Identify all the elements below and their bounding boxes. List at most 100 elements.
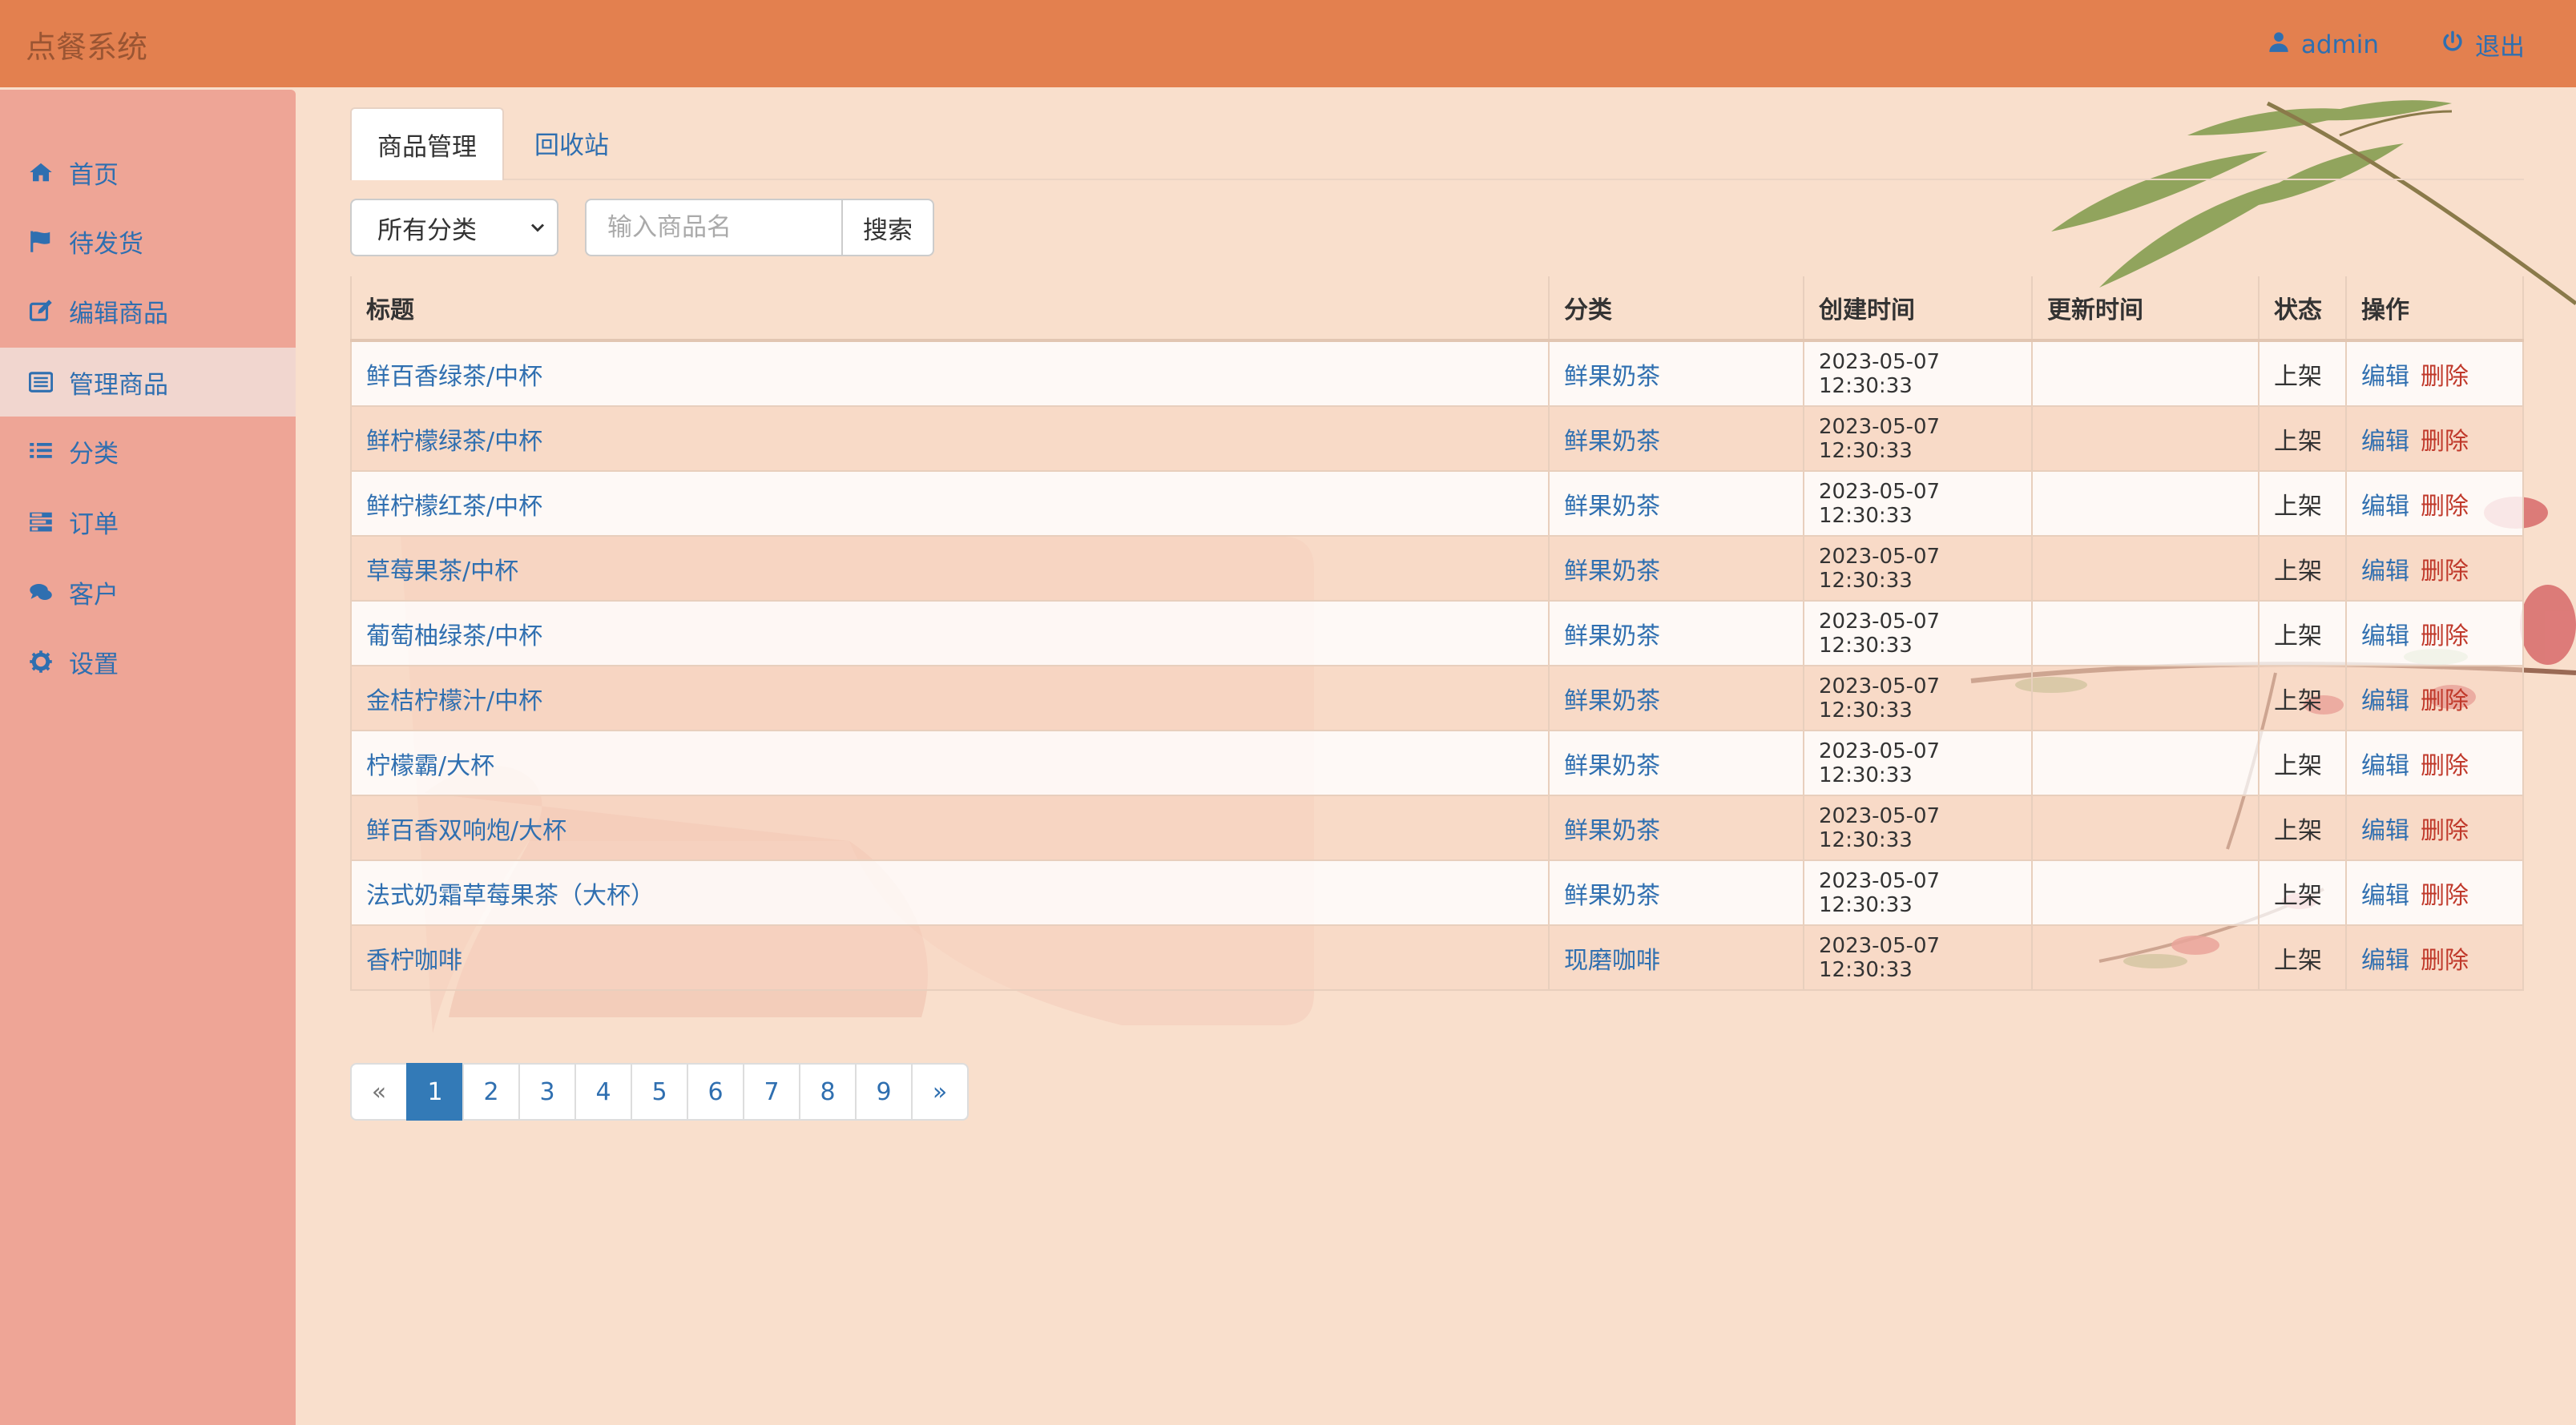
updated-time: [2031, 796, 2258, 859]
user-menu[interactable]: admin: [2268, 26, 2379, 62]
table-row: 香柠咖啡 现磨咖啡 2023-05-07 12:30:33 上架 编辑 删除: [350, 926, 2524, 991]
updated-time: [2031, 602, 2258, 665]
status-text: 上架: [2258, 796, 2345, 859]
edit-link[interactable]: 编辑: [2361, 616, 2409, 651]
delete-link[interactable]: 删除: [2421, 940, 2469, 976]
updated-time: [2031, 861, 2258, 924]
sidebar-item-customers[interactable]: 客户: [0, 558, 296, 626]
product-title-link[interactable]: 葡萄柚绿茶/中杯: [366, 616, 542, 651]
tab-recycle-bin[interactable]: 回收站: [534, 107, 609, 179]
edit-link[interactable]: 编辑: [2361, 876, 2409, 911]
header-updated[interactable]: 更新时间: [2031, 276, 2258, 339]
header-title: 标题: [350, 276, 1548, 339]
sidebar-item-label: 客户: [69, 580, 119, 610]
sidebar-item-settings[interactable]: 设置: [0, 627, 296, 696]
flag-icon: [29, 228, 54, 254]
edit-link[interactable]: 编辑: [2361, 486, 2409, 521]
pagination-next[interactable]: »: [911, 1063, 969, 1121]
power-icon: [2441, 30, 2464, 59]
category-link[interactable]: 鲜果奶茶: [1564, 486, 1660, 521]
edit-link[interactable]: 编辑: [2361, 421, 2409, 457]
delete-link[interactable]: 删除: [2421, 616, 2469, 651]
header-category: 分类: [1548, 276, 1803, 339]
category-select[interactable]: 所有分类: [350, 199, 558, 256]
delete-link[interactable]: 删除: [2421, 746, 2469, 781]
edit-link[interactable]: 编辑: [2361, 940, 2409, 976]
user-icon: [2268, 30, 2290, 59]
category-link[interactable]: 鲜果奶茶: [1564, 811, 1660, 846]
sidebar-item-manage-product[interactable]: 管理商品: [0, 348, 296, 417]
updated-time: [2031, 472, 2258, 535]
sidebar-item-orders[interactable]: 订单: [0, 487, 296, 556]
sidebar-item-label: 编辑商品: [69, 299, 168, 328]
search-button[interactable]: 搜索: [841, 199, 934, 256]
created-time: 2023-05-07 12:30:33: [1803, 666, 2031, 730]
top-navbar: 点餐系统 admin 退出: [0, 0, 2576, 87]
category-link[interactable]: 鲜果奶茶: [1564, 421, 1660, 457]
pagination-page[interactable]: 3: [518, 1063, 576, 1121]
pagination-page[interactable]: 1: [406, 1063, 464, 1121]
category-select-value: 所有分类: [377, 215, 477, 245]
delete-link[interactable]: 删除: [2421, 876, 2469, 911]
tab-product-management[interactable]: 商品管理: [350, 107, 504, 180]
product-title-link[interactable]: 金桔柠檬汁/中杯: [366, 681, 542, 716]
product-title-link[interactable]: 鲜百香双响炮/大杯: [366, 811, 566, 846]
sidebar-item-label: 首页: [69, 160, 119, 190]
pagination-prev[interactable]: «: [350, 1063, 408, 1121]
pagination-page[interactable]: 2: [462, 1063, 520, 1121]
sidebar-item-category[interactable]: 分类: [0, 417, 296, 485]
list-icon: [29, 438, 54, 464]
logout-link[interactable]: 退出: [2441, 26, 2525, 62]
home-icon: [29, 159, 54, 185]
category-link[interactable]: 鲜果奶茶: [1564, 876, 1660, 911]
product-title-link[interactable]: 柠檬霸/大杯: [366, 746, 494, 781]
created-time: 2023-05-07 12:30:33: [1803, 472, 2031, 535]
status-text: 上架: [2258, 861, 2345, 924]
table-row: 鲜柠檬绿茶/中杯 鲜果奶茶 2023-05-07 12:30:33 上架 编辑 删除: [350, 407, 2524, 472]
edit-link[interactable]: 编辑: [2361, 746, 2409, 781]
delete-link[interactable]: 删除: [2421, 356, 2469, 392]
category-link[interactable]: 鲜果奶茶: [1564, 746, 1660, 781]
delete-link[interactable]: 删除: [2421, 486, 2469, 521]
pagination-page[interactable]: 6: [687, 1063, 744, 1121]
pagination-page[interactable]: 7: [743, 1063, 800, 1121]
edit-link[interactable]: 编辑: [2361, 811, 2409, 846]
app-title[interactable]: 点餐系统: [26, 22, 147, 66]
list-alt-icon: [29, 369, 54, 395]
product-title-link[interactable]: 鲜柠檬红茶/中杯: [366, 486, 542, 521]
delete-link[interactable]: 删除: [2421, 551, 2469, 586]
category-link[interactable]: 鲜果奶茶: [1564, 356, 1660, 392]
updated-time: [2031, 342, 2258, 405]
category-link[interactable]: 鲜果奶茶: [1564, 681, 1660, 716]
product-search-input[interactable]: [585, 199, 841, 256]
status-text: 上架: [2258, 602, 2345, 665]
edit-link[interactable]: 编辑: [2361, 551, 2409, 586]
category-link[interactable]: 现磨咖啡: [1564, 940, 1660, 976]
edit-link[interactable]: 编辑: [2361, 681, 2409, 716]
delete-link[interactable]: 删除: [2421, 421, 2469, 457]
pagination-page[interactable]: 9: [855, 1063, 913, 1121]
created-time: 2023-05-07 12:30:33: [1803, 861, 2031, 924]
category-link[interactable]: 鲜果奶茶: [1564, 616, 1660, 651]
product-title-link[interactable]: 香柠咖啡: [366, 940, 462, 976]
product-title-link[interactable]: 鲜百香绿茶/中杯: [366, 356, 542, 392]
product-title-link[interactable]: 草莓果茶/中杯: [366, 551, 518, 586]
table-header-row: 标题 分类 创建时间 更新时间 状态 操作: [350, 276, 2524, 342]
content-tabs: 商品管理 回收站: [350, 107, 2524, 180]
edit-link[interactable]: 编辑: [2361, 356, 2409, 392]
delete-link[interactable]: 删除: [2421, 811, 2469, 846]
pagination-page[interactable]: 8: [799, 1063, 857, 1121]
sidebar-item-edit-product[interactable]: 编辑商品: [0, 276, 296, 345]
product-title-link[interactable]: 法式奶霜草莓果茶（大杯）: [366, 876, 655, 911]
delete-link[interactable]: 删除: [2421, 681, 2469, 716]
updated-time: [2031, 731, 2258, 795]
pagination-page[interactable]: 4: [574, 1063, 632, 1121]
user-name: admin: [2300, 30, 2379, 59]
sidebar-item-home[interactable]: 首页: [0, 138, 296, 207]
category-link[interactable]: 鲜果奶茶: [1564, 551, 1660, 586]
table-row: 柠檬霸/大杯 鲜果奶茶 2023-05-07 12:30:33 上架 编辑 删除: [350, 731, 2524, 796]
status-text: 上架: [2258, 407, 2345, 470]
product-title-link[interactable]: 鲜柠檬绿茶/中杯: [366, 421, 542, 457]
pagination-page[interactable]: 5: [631, 1063, 688, 1121]
sidebar-item-pending[interactable]: 待发货: [0, 207, 296, 276]
